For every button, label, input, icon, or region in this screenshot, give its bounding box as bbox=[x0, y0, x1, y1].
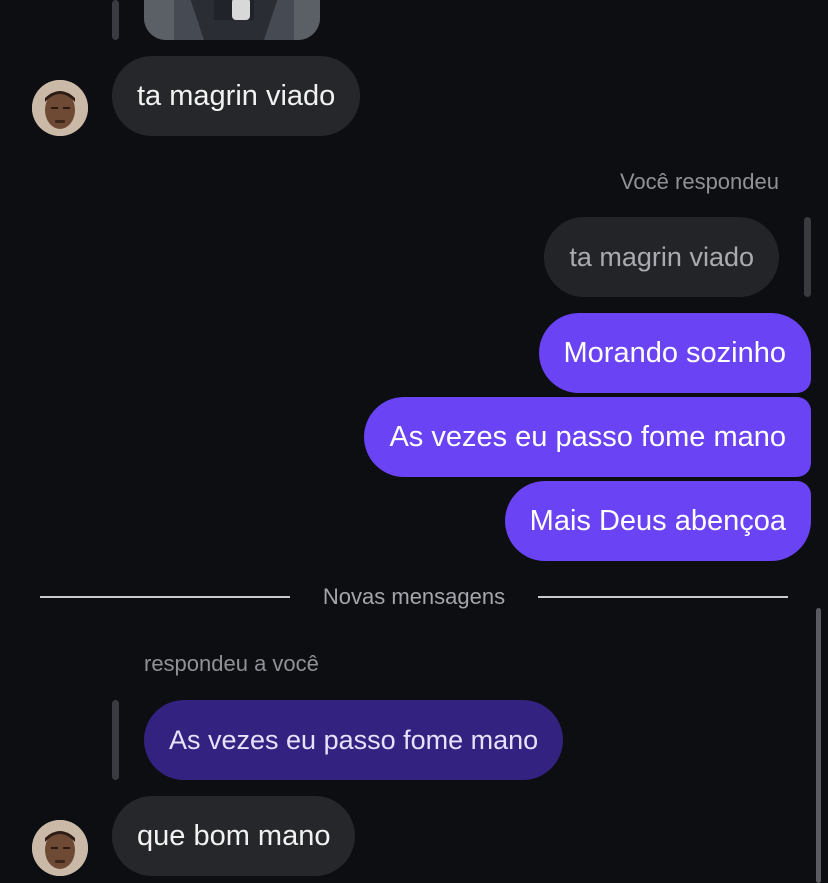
message-text: Mais Deus abençoa bbox=[529, 505, 786, 537]
message-bubble-sent[interactable]: As vezes eu passo fome mano bbox=[364, 397, 811, 477]
avatar[interactable] bbox=[32, 80, 88, 136]
quoted-message[interactable]: As vezes eu passo fome mano bbox=[144, 700, 564, 780]
message-text: que bom mano bbox=[137, 820, 331, 852]
avatar-image bbox=[32, 820, 88, 876]
reply-indicator: Você respondeu bbox=[619, 169, 779, 194]
message-bubble-sent[interactable]: Morando sozinho bbox=[538, 313, 811, 393]
shared-image-thumbnail[interactable] bbox=[144, 0, 320, 40]
scrollbar[interactable] bbox=[816, 608, 821, 883]
message-bubble-received[interactable]: ta magrin viado bbox=[112, 56, 361, 136]
avatar[interactable] bbox=[32, 820, 88, 876]
quoted-text: As vezes eu passo fome mano bbox=[169, 725, 539, 755]
message-text: Morando sozinho bbox=[563, 337, 786, 369]
avatar-image bbox=[32, 80, 88, 136]
reply-bar bbox=[804, 217, 811, 297]
message-text: ta magrin viado bbox=[137, 80, 336, 112]
photo-icon bbox=[144, 0, 320, 40]
message-text: As vezes eu passo fome mano bbox=[389, 421, 786, 453]
quoted-message[interactable]: ta magrin viado bbox=[544, 217, 779, 297]
reply-indicator-other: respondeu a você bbox=[144, 651, 319, 676]
message-bubble-sent[interactable]: Mais Deus abençoa bbox=[504, 481, 811, 561]
reply-bar bbox=[112, 700, 119, 780]
message-bubble-received[interactable]: que bom mano bbox=[112, 796, 356, 876]
divider-line-right bbox=[538, 596, 788, 598]
quoted-text: ta magrin viado bbox=[569, 242, 754, 272]
reply-bar-top bbox=[112, 0, 119, 40]
